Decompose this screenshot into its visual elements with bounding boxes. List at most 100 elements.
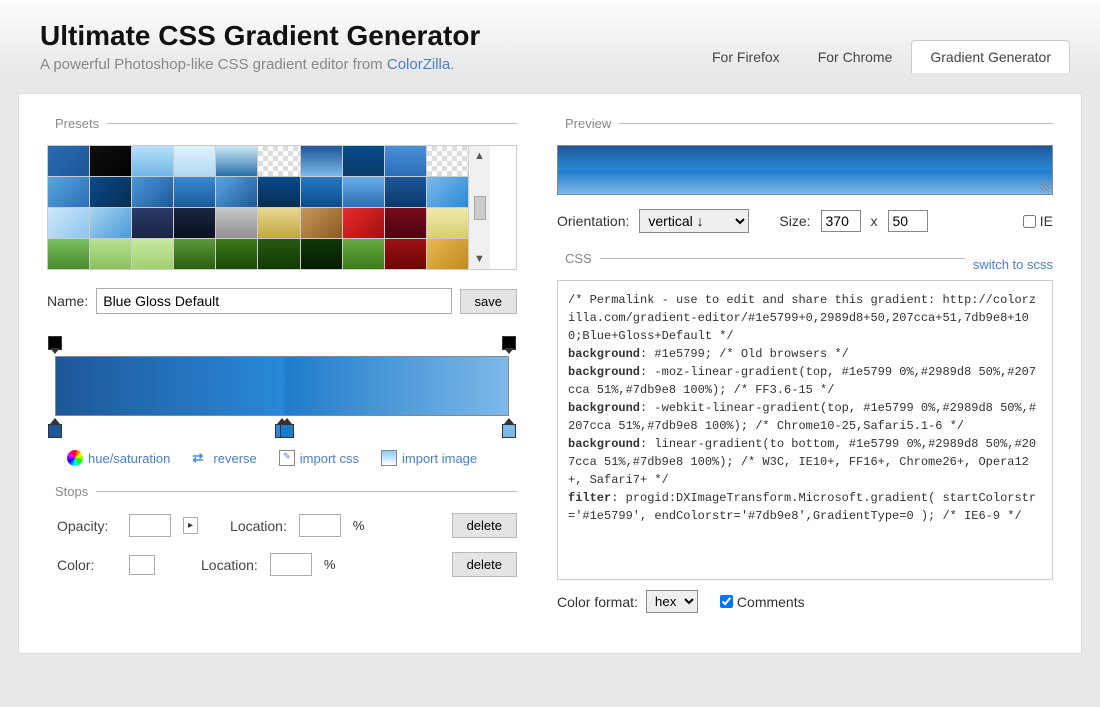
preset-swatch[interactable]: [258, 177, 299, 207]
presets-legend: Presets: [47, 116, 107, 131]
presets-fieldset: Presets ▲ ▼ Name: save hue/saturation ⇄r…: [47, 116, 517, 466]
preset-swatch[interactable]: [427, 146, 468, 176]
switch-scss-link[interactable]: switch to scss: [965, 257, 1053, 272]
color-label: Color:: [57, 557, 117, 573]
preset-swatch[interactable]: [174, 208, 215, 238]
preview-fieldset: Preview Orientation: vertical ↓ Size: x …: [557, 116, 1053, 233]
import-css-icon: ✎: [279, 450, 295, 466]
gradient-bar[interactable]: [55, 356, 509, 416]
preset-swatch[interactable]: [258, 208, 299, 238]
preset-swatch[interactable]: [427, 208, 468, 238]
nav-tabs: For FirefoxFor ChromeGradient Generator: [693, 40, 1070, 73]
import-css-tool[interactable]: ✎import css: [279, 450, 359, 466]
preset-swatch[interactable]: [132, 208, 173, 238]
opacity-location-label: Location:: [230, 518, 287, 534]
name-label: Name:: [47, 293, 88, 309]
preset-swatch[interactable]: [385, 208, 426, 238]
css-fieldset: CSS switch to scss /* Permalink - use to…: [557, 251, 1053, 613]
stops-legend: Stops: [47, 484, 96, 499]
color-swatch-input[interactable]: [129, 555, 155, 575]
reverse-tool[interactable]: ⇄reverse: [192, 450, 256, 466]
preset-swatch[interactable]: [343, 239, 384, 269]
scroll-down-icon[interactable]: ▼: [474, 253, 485, 265]
scroll-up-icon[interactable]: ▲: [474, 150, 485, 162]
preset-swatch[interactable]: [385, 177, 426, 207]
tab-for-firefox[interactable]: For Firefox: [693, 40, 799, 73]
tab-for-chrome[interactable]: For Chrome: [799, 40, 912, 73]
preset-swatch[interactable]: [132, 239, 173, 269]
color-delete-button[interactable]: delete: [452, 552, 517, 577]
preset-swatch[interactable]: [385, 146, 426, 176]
preset-swatch[interactable]: [216, 146, 257, 176]
preset-swatch[interactable]: [385, 239, 426, 269]
main-content: Presets ▲ ▼ Name: save hue/saturation ⇄r…: [18, 93, 1082, 654]
css-output[interactable]: /* Permalink - use to edit and share thi…: [557, 280, 1053, 580]
reverse-icon: ⇄: [192, 450, 208, 466]
name-input[interactable]: [96, 288, 451, 314]
color-stop[interactable]: [280, 418, 294, 436]
color-location-label: Location:: [201, 557, 258, 573]
color-format-label: Color format:: [557, 594, 638, 610]
width-input[interactable]: [821, 210, 861, 232]
preset-swatch[interactable]: [343, 208, 384, 238]
presets-scrollbar[interactable]: ▲ ▼: [468, 146, 490, 269]
preset-swatch[interactable]: [132, 146, 173, 176]
preset-swatch[interactable]: [216, 239, 257, 269]
preset-swatch[interactable]: [301, 208, 342, 238]
size-label: Size:: [779, 213, 810, 229]
preset-swatch[interactable]: [174, 239, 215, 269]
color-format-select[interactable]: hex: [646, 590, 698, 613]
preset-swatch[interactable]: [427, 177, 468, 207]
preview-box[interactable]: [557, 145, 1053, 195]
tab-gradient-generator[interactable]: Gradient Generator: [911, 40, 1070, 73]
colorzilla-link[interactable]: ColorZilla: [387, 56, 450, 73]
opacity-location-input[interactable]: [299, 514, 341, 537]
import-image-icon: [381, 450, 397, 466]
preset-swatch[interactable]: [427, 239, 468, 269]
scroll-thumb[interactable]: [474, 196, 486, 220]
preset-swatch[interactable]: [132, 177, 173, 207]
preset-swatch[interactable]: [343, 177, 384, 207]
orientation-select[interactable]: vertical ↓: [639, 209, 749, 233]
preset-swatch[interactable]: [174, 177, 215, 207]
preview-legend: Preview: [557, 116, 619, 131]
gradient-editor[interactable]: [47, 336, 517, 446]
preset-swatch[interactable]: [174, 146, 215, 176]
preset-swatch[interactable]: [48, 208, 89, 238]
color-location-input[interactable]: [270, 553, 312, 576]
preset-swatch[interactable]: [216, 177, 257, 207]
save-button[interactable]: save: [460, 289, 517, 314]
color-stop[interactable]: [502, 418, 516, 436]
header: Ultimate CSS Gradient Generator A powerf…: [0, 0, 1100, 73]
presets-grid: [48, 146, 468, 269]
preset-swatch[interactable]: [90, 146, 131, 176]
preset-swatch[interactable]: [90, 208, 131, 238]
hue-saturation-tool[interactable]: hue/saturation: [67, 450, 170, 466]
comments-checkbox[interactable]: [720, 595, 733, 608]
opacity-stepper-icon[interactable]: ▸: [183, 517, 198, 534]
import-image-tool[interactable]: import image: [381, 450, 477, 466]
orientation-label: Orientation:: [557, 213, 629, 229]
css-legend: CSS: [557, 251, 600, 266]
preset-swatch[interactable]: [258, 239, 299, 269]
preset-swatch[interactable]: [301, 177, 342, 207]
opacity-delete-button[interactable]: delete: [452, 513, 517, 538]
preset-swatch[interactable]: [301, 146, 342, 176]
hue-icon: [67, 450, 83, 466]
preset-swatch[interactable]: [48, 177, 89, 207]
color-stop[interactable]: [48, 418, 62, 436]
ie-checkbox[interactable]: [1023, 215, 1036, 228]
preset-swatch[interactable]: [90, 177, 131, 207]
opacity-stop[interactable]: [502, 336, 516, 354]
preset-swatch[interactable]: [301, 239, 342, 269]
preset-swatch[interactable]: [343, 146, 384, 176]
preset-swatch[interactable]: [90, 239, 131, 269]
preset-swatch[interactable]: [216, 208, 257, 238]
preset-swatch[interactable]: [48, 146, 89, 176]
opacity-stop[interactable]: [48, 336, 62, 354]
preset-swatch[interactable]: [48, 239, 89, 269]
opacity-input[interactable]: [129, 514, 171, 537]
preset-swatch[interactable]: [258, 146, 299, 176]
stops-fieldset: Stops Opacity: ▸ Location: % delete Colo…: [47, 484, 517, 591]
height-input[interactable]: [888, 210, 928, 232]
